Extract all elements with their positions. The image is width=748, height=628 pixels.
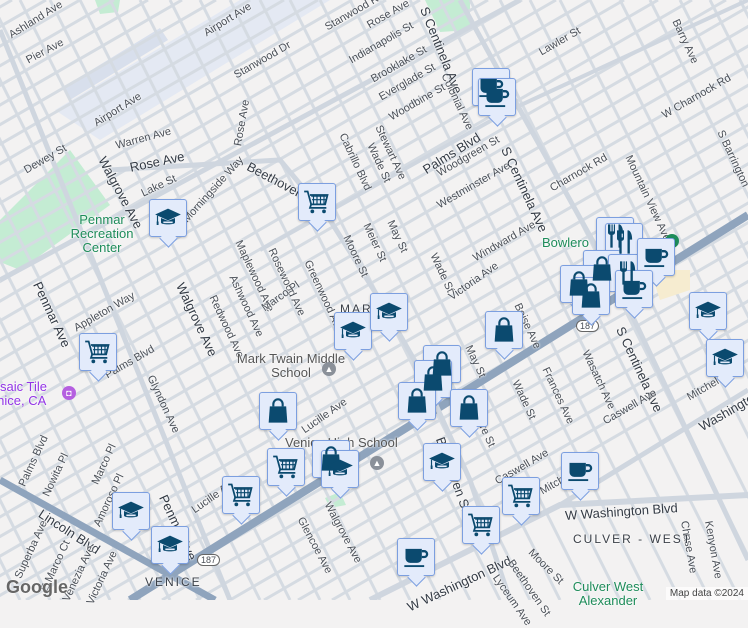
graduation-cap-icon [117,497,145,525]
cart-icon [227,481,255,509]
place-label-mosaic-tile[interactable]: Mosaic Tile Venice, CA [0,380,62,408]
graduation-cap-icon [694,297,722,325]
cart-icon [272,453,300,481]
park-label-penmar[interactable]: Penmar Recreation Center [62,213,142,255]
graduation-cap-icon [428,448,456,476]
grocery-marker[interactable] [222,476,260,514]
shopping-marker[interactable] [259,392,297,430]
graduation-cap-icon [339,317,367,345]
grocery-marker[interactable] [502,477,540,515]
graduation-cap-icon [154,204,182,232]
school-icon[interactable]: ▲ [370,456,384,470]
graduation-cap-icon [711,344,739,372]
shopping-bag-icon [264,397,292,425]
school-marker[interactable] [334,312,372,350]
area-label-culver-west: CULVER - WEST [573,532,693,546]
coffee-cup-icon [566,457,594,485]
school-marker[interactable] [706,339,744,377]
map-data-credit[interactable]: Map data ©2024 [665,587,748,600]
graduation-cap-icon [375,298,403,326]
cafe-marker[interactable] [478,78,516,116]
cart-icon [467,511,495,539]
cafe-marker[interactable] [615,270,653,308]
school-marker[interactable] [112,492,150,530]
school-marker[interactable] [423,443,461,481]
area-label-venice: VENICE [145,575,202,589]
cafe-marker[interactable] [561,452,599,490]
graduation-cap-icon [326,455,354,483]
school-marker[interactable] [151,526,189,564]
cart-icon [507,482,535,510]
shopping-marker[interactable] [485,311,523,349]
school-icon[interactable]: ▲ [322,362,336,376]
shopping-bag-icon [403,387,431,415]
camera-icon[interactable]: ◘ [62,386,76,400]
grocery-marker[interactable] [79,333,117,371]
grocery-marker[interactable] [298,183,336,221]
shopping-marker[interactable] [450,389,488,427]
school-marker[interactable] [689,292,727,330]
coffee-cup-icon [483,83,511,111]
cart-icon [303,188,331,216]
cafe-marker[interactable] [397,538,435,576]
route-187-shield: 187 [197,554,221,566]
shopping-marker[interactable] [572,277,610,315]
shopping-bag-icon [455,394,483,422]
grocery-marker[interactable] [267,448,305,486]
fork-knife-icon [610,228,638,256]
grocery-marker[interactable] [462,506,500,544]
graduation-cap-icon [156,531,184,559]
coffee-cup-icon [402,543,430,571]
coffee-cup-icon [620,275,648,303]
cafe-marker[interactable] [637,238,675,276]
shopping-bag-icon [490,316,518,344]
google-logo[interactable]: Google [6,577,68,598]
cart-icon [84,338,112,366]
shopping-bag-icon [577,282,605,310]
school-marker[interactable] [321,450,359,488]
shopping-marker[interactable] [398,382,436,420]
school-marker[interactable] [149,199,187,237]
coffee-cup-icon [642,243,670,271]
school-marker[interactable] [370,293,408,331]
park-label-culver-west[interactable]: Culver West Alexander [568,580,648,608]
place-label-bowlero[interactable]: Bowlero [542,236,589,250]
